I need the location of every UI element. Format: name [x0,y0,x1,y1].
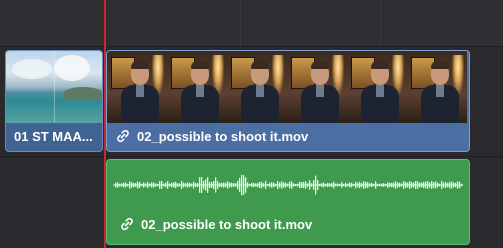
audio-waveform [113,174,463,196]
video-clip-2[interactable]: 02_possible to shoot it.mov [106,50,470,152]
clip-thumbnail-frame [227,51,287,123]
clip-name: 01 ST MAA... [14,128,93,144]
clip-name: 02_possible to shoot it.mov [141,216,313,232]
clip-name-row: 02_possible to shoot it.mov [107,210,469,238]
video-clip-1[interactable]: 01 ST MAA... [5,50,103,152]
timeline[interactable]: 01 ST MAA... 02_possible to shoot it.mov… [0,0,503,248]
empty-track-lane [0,0,503,46]
audio-clip-1[interactable]: 02_possible to shoot it.mov [106,159,470,245]
link-icon [121,217,133,231]
video-track[interactable]: 01 ST MAA... 02_possible to shoot it.mov [0,47,503,155]
grid-line [380,0,381,46]
clip-thumbnail-frame [407,51,467,123]
clip-thumbnail-frame [347,51,407,123]
link-icon [117,129,129,143]
grid-line [240,0,241,46]
clip-thumbnail-strip [107,51,469,123]
clip-thumbnail-frame [167,51,227,123]
clip-thumbnail-strip [6,51,102,123]
playhead[interactable] [104,10,106,248]
clip-name-row: 02_possible to shoot it.mov [107,121,469,151]
clip-thumbnail-frame [107,51,167,123]
clip-thumbnail-frame [287,51,347,123]
clip-thumbnail-beach [6,51,102,123]
audio-track[interactable]: 02_possible to shoot it.mov [0,157,503,248]
clip-name: 02_possible to shoot it.mov [137,128,309,144]
